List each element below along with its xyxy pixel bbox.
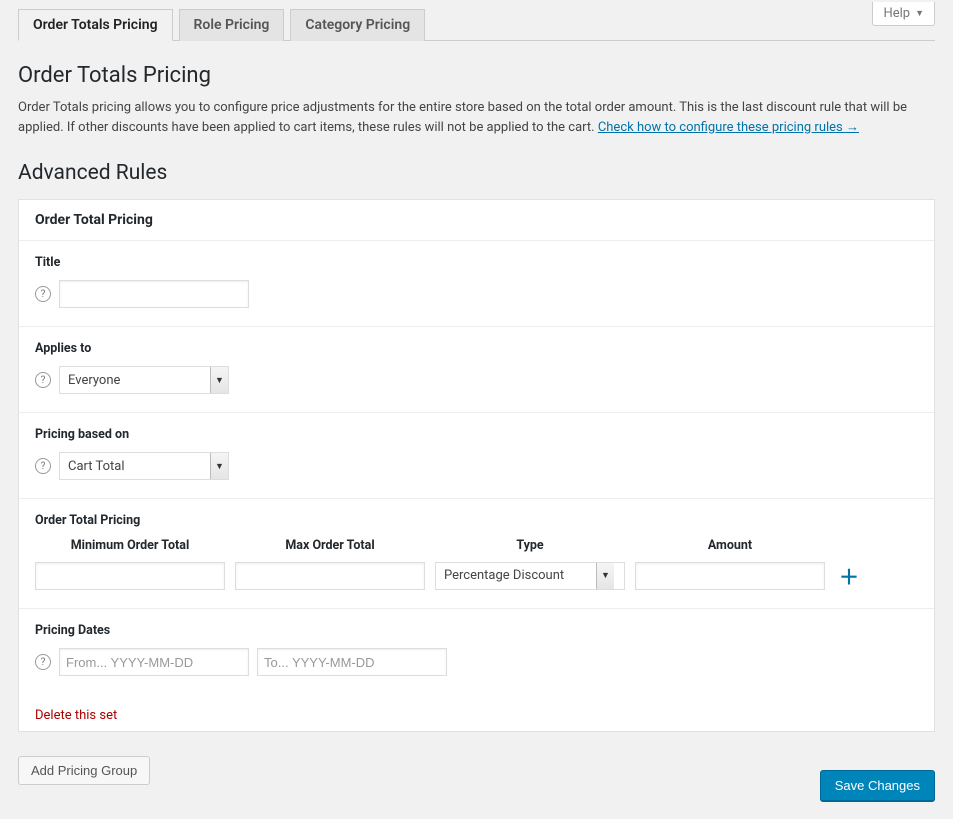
pricing-based-on-label: Pricing based on xyxy=(35,427,918,442)
type-value: Percentage Discount xyxy=(436,563,596,589)
pricing-based-on-value: Cart Total xyxy=(60,453,210,479)
applies-to-label: Applies to xyxy=(35,341,918,356)
order-total-row: Percentage Discount ▼ ＋ xyxy=(35,561,918,590)
chevron-down-icon: ▼ xyxy=(915,8,924,19)
date-to-input[interactable] xyxy=(257,648,447,676)
tab-order-totals-pricing[interactable]: Order Totals Pricing xyxy=(18,9,173,41)
chevron-down-icon: ▼ xyxy=(210,367,228,393)
col-header-amount: Amount xyxy=(635,538,825,553)
advanced-rules-heading: Advanced Rules xyxy=(18,161,935,185)
configure-rules-link[interactable]: Check how to configure these pricing rul… xyxy=(598,120,859,135)
save-changes-button[interactable]: Save Changes xyxy=(820,770,935,801)
help-icon[interactable]: ? xyxy=(35,372,51,388)
order-total-pricing-row: Order Total Pricing Minimum Order Total … xyxy=(19,499,934,609)
delete-set-link[interactable]: Delete this set xyxy=(19,694,133,731)
applies-to-row: Applies to ? Everyone ▼ xyxy=(19,327,934,413)
pricing-dates-label: Pricing Dates xyxy=(35,623,918,638)
help-icon[interactable]: ? xyxy=(35,286,51,302)
order-total-pricing-label: Order Total Pricing xyxy=(35,513,918,528)
pricing-dates-row: Pricing Dates ? xyxy=(19,609,934,694)
help-button[interactable]: Help ▼ xyxy=(872,2,935,26)
add-pricing-group-button[interactable]: Add Pricing Group xyxy=(18,756,150,785)
chevron-down-icon: ▼ xyxy=(210,453,228,479)
type-select[interactable]: Percentage Discount ▼ xyxy=(435,562,625,590)
min-order-input[interactable] xyxy=(35,562,225,590)
help-button-label: Help xyxy=(883,6,910,21)
col-header-max: Max Order Total xyxy=(235,538,425,553)
col-header-type: Type xyxy=(435,538,625,553)
title-label: Title xyxy=(35,255,918,270)
card-header: Order Total Pricing xyxy=(19,200,934,241)
pricing-card: Order Total Pricing Title ? Applies to ?… xyxy=(18,199,935,732)
help-icon[interactable]: ? xyxy=(35,654,51,670)
page-title: Order Totals Pricing xyxy=(18,63,935,88)
order-total-table: Minimum Order Total Max Order Total Type… xyxy=(35,538,918,590)
max-order-input[interactable] xyxy=(235,562,425,590)
applies-to-value: Everyone xyxy=(60,367,210,393)
chevron-down-icon: ▼ xyxy=(596,563,614,589)
title-input[interactable] xyxy=(59,280,249,308)
help-icon[interactable]: ? xyxy=(35,458,51,474)
pricing-based-on-row: Pricing based on ? Cart Total ▼ xyxy=(19,413,934,499)
col-header-min: Minimum Order Total xyxy=(35,538,225,553)
amount-input[interactable] xyxy=(635,562,825,590)
tab-role-pricing[interactable]: Role Pricing xyxy=(179,9,285,41)
add-row-icon[interactable]: ＋ xyxy=(839,561,859,590)
applies-to-select[interactable]: Everyone ▼ xyxy=(59,366,229,394)
tab-category-pricing[interactable]: Category Pricing xyxy=(290,9,425,41)
tab-bar: Order Totals Pricing Role Pricing Catego… xyxy=(18,8,935,41)
pricing-based-on-select[interactable]: Cart Total ▼ xyxy=(59,452,229,480)
date-from-input[interactable] xyxy=(59,648,249,676)
page-description: Order Totals pricing allows you to confi… xyxy=(18,98,935,137)
footer: Add Pricing Group Save Changes xyxy=(18,756,935,801)
title-row: Title ? xyxy=(19,241,934,327)
